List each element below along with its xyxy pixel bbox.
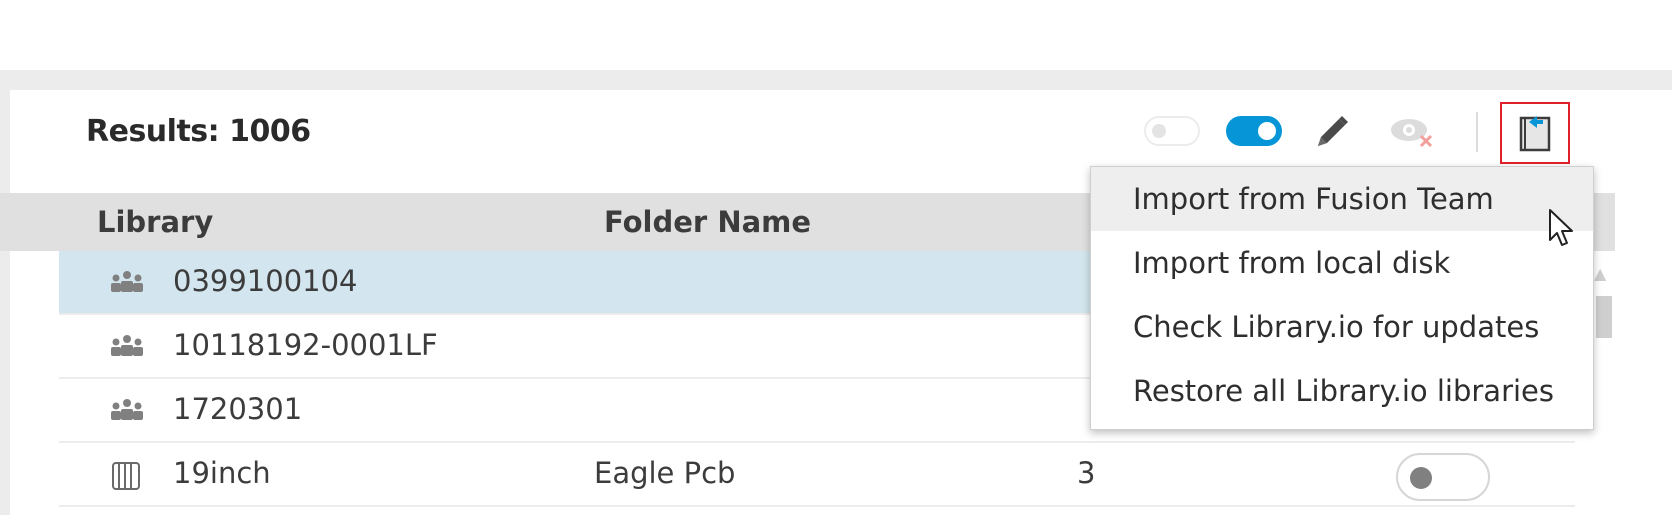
library-import-icon <box>1519 116 1551 152</box>
menu-item-restore-libraries[interactable]: Restore all Library.io libraries <box>1091 359 1593 423</box>
menu-item-import-fusion-team[interactable]: Import from Fusion Team <box>1091 167 1593 231</box>
column-header-folder-name[interactable]: Folder Name <box>604 205 811 239</box>
team-library-icon <box>111 271 143 292</box>
library-name: 19inch <box>173 456 271 490</box>
import-dropdown-menu: Import from Fusion Team Import from loca… <box>1090 166 1594 430</box>
scrollbar-track[interactable] <box>1592 251 1614 515</box>
toolbar-divider <box>1476 112 1478 152</box>
table-header-stub <box>0 193 59 251</box>
library-import-button[interactable] <box>1500 102 1570 164</box>
menu-item-check-updates[interactable]: Check Library.io for updates <box>1091 295 1593 359</box>
filter-toggle[interactable] <box>1226 116 1282 146</box>
row-enable-toggle[interactable] <box>1396 453 1490 501</box>
table-row[interactable]: 19inch Eagle Pcb 3 <box>59 443 1575 507</box>
toggle-knob <box>1258 122 1276 140</box>
eye-hide-icon[interactable] <box>1388 112 1436 152</box>
library-name: 0399100104 <box>173 264 358 298</box>
column-header-library[interactable]: Library <box>97 205 213 239</box>
menu-item-import-local-disk[interactable]: Import from local disk <box>1091 231 1593 295</box>
item-count: 3 <box>1077 456 1096 490</box>
toggle-knob <box>1410 467 1432 489</box>
library-name: 10118192-0001LF <box>173 328 438 362</box>
toggle-knob <box>1152 124 1166 138</box>
library-name: 1720301 <box>173 392 303 426</box>
local-library-icon <box>112 462 140 490</box>
mouse-cursor-icon <box>1549 209 1573 246</box>
show-all-toggle[interactable] <box>1144 116 1200 146</box>
scrollbar-thumb[interactable] <box>1596 296 1612 338</box>
team-library-icon <box>111 335 143 356</box>
top-blank-area <box>0 0 1672 70</box>
scroll-up-icon[interactable]: ▲ <box>1594 264 1606 283</box>
folder-name: Eagle Pcb <box>594 456 736 490</box>
team-library-icon <box>111 399 143 420</box>
results-count: Results: 1006 <box>86 114 311 149</box>
pencil-icon[interactable] <box>1310 110 1354 154</box>
